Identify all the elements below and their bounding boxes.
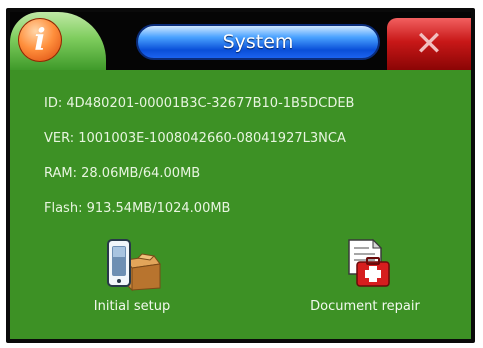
initial-setup-button[interactable]: Initial setup <box>72 236 192 314</box>
device-setup-icon <box>102 236 162 292</box>
info-list: ID: 4D480201-00001B3C-32677B10-1B5DCDEB … <box>44 96 354 236</box>
system-info-panel: ID: 4D480201-00001B3C-32677B10-1B5DCDEB … <box>10 70 471 339</box>
flash-text: Flash: 913.54MB/1024.00MB <box>44 201 231 216</box>
version-text: VER: 1001003E-1008042660-08041927L3NCA <box>44 131 346 146</box>
info-icon: i <box>34 22 46 58</box>
initial-setup-label: Initial setup <box>93 299 171 314</box>
document-repair-button[interactable]: Document repair <box>290 236 440 314</box>
info-button[interactable]: i <box>18 18 62 62</box>
close-icon: ✕ <box>414 24 444 64</box>
window-title: System <box>222 31 294 53</box>
title-pill: System <box>136 24 380 60</box>
document-repair-icon <box>335 236 395 292</box>
device-id-text: ID: 4D480201-00001B3C-32677B10-1B5DCDEB <box>44 96 355 111</box>
title-bar: i System ✕ <box>10 12 471 70</box>
ram-text: RAM: 28.06MB/64.00MB <box>44 166 201 181</box>
system-window: i System ✕ ID: 4D480201-00001B3C-32677B1… <box>6 8 475 343</box>
close-button[interactable]: ✕ <box>387 18 471 70</box>
document-repair-label: Document repair <box>310 299 420 314</box>
